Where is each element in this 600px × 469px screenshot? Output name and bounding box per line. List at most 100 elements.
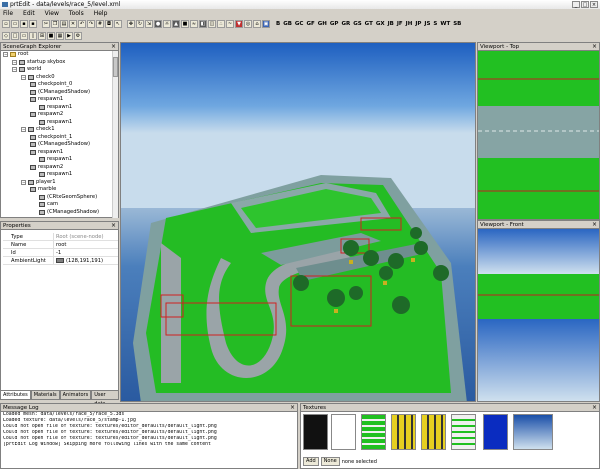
scale-icon[interactable]: ⇲: [145, 20, 153, 28]
redo-icon[interactable]: ↷: [87, 20, 95, 28]
tree-node[interactable]: (CManagedShadow): [30, 141, 90, 148]
tree-node[interactable]: (CRtxGeomSphere): [39, 194, 97, 201]
close-icon[interactable]: ×: [592, 404, 597, 412]
tool-tag[interactable]: WT: [439, 20, 451, 29]
play-icon[interactable]: ▶: [65, 31, 73, 40]
menu-file[interactable]: File: [3, 9, 13, 18]
none-button[interactable]: None: [320, 457, 340, 466]
minimize-button[interactable]: _: [572, 1, 580, 8]
property-row[interactable]: Type Root (scene-node): [3, 233, 118, 241]
delete-icon[interactable]: ✕: [69, 20, 77, 28]
tool-tag[interactable]: SB: [452, 20, 462, 29]
close-icon[interactable]: ×: [592, 43, 597, 51]
property-value[interactable]: Root (scene-node): [53, 233, 118, 240]
color-swatch[interactable]: [56, 258, 64, 263]
scrollbar-thumb[interactable]: [113, 57, 118, 77]
tool-tag[interactable]: GR: [340, 20, 351, 29]
viewport-top[interactable]: [478, 51, 599, 219]
tree-node[interactable]: respawn1: [39, 119, 72, 126]
expand-icon[interactable]: −: [12, 59, 17, 65]
sphere-icon[interactable]: ●: [154, 20, 162, 28]
copy-icon[interactable]: ❐: [51, 20, 59, 28]
cube-icon[interactable]: ■: [181, 20, 189, 28]
tab-attributes[interactable]: Attributes: [0, 390, 31, 400]
close-icon[interactable]: ×: [111, 222, 116, 230]
property-row[interactable]: Id -1: [3, 249, 118, 257]
texture-thumbnail[interactable]: [391, 414, 416, 450]
tree-node[interactable]: checkpoint_0: [30, 81, 72, 88]
add-texture-button[interactable]: Add: [303, 457, 319, 466]
wireframe-icon[interactable]: ⊞: [38, 31, 46, 40]
texture-thumbnail[interactable]: [361, 414, 386, 450]
cut-icon[interactable]: ✂: [42, 20, 50, 28]
tree-node[interactable]: respawn1: [39, 171, 72, 178]
tool-tag[interactable]: JH: [405, 20, 414, 29]
menu-tools[interactable]: Tools: [69, 9, 84, 18]
property-value[interactable]: root: [53, 241, 118, 248]
paste-icon[interactable]: ▤: [60, 20, 68, 28]
particle-icon[interactable]: ∴: [217, 20, 225, 28]
camera-icon[interactable]: ◘: [105, 20, 113, 28]
view-side-icon[interactable]: ▯: [29, 31, 37, 40]
tree-node[interactable]: respawn2: [30, 111, 63, 118]
tree-node[interactable]: marble: [30, 186, 56, 193]
move-icon[interactable]: ✥: [127, 20, 135, 28]
tree-node[interactable]: − startup skybox: [12, 59, 65, 66]
tree-node[interactable]: − check1: [21, 126, 55, 133]
close-icon[interactable]: ×: [290, 404, 295, 412]
view-top-icon[interactable]: □: [11, 31, 19, 40]
property-row[interactable]: AmbientLight (128,191,191): [3, 257, 118, 265]
solid-icon[interactable]: ■: [47, 31, 55, 40]
skybox-icon[interactable]: ◧: [199, 20, 207, 28]
billboard-icon[interactable]: ◫: [208, 20, 216, 28]
tree-node[interactable]: cam: [39, 201, 58, 208]
expand-icon[interactable]: −: [12, 67, 17, 72]
tool-tag[interactable]: JB: [387, 20, 395, 29]
tree-node[interactable]: (CManagedShadow): [30, 89, 90, 96]
tree-node[interactable]: − player1: [21, 179, 56, 186]
expand-icon[interactable]: −: [21, 179, 26, 185]
terrain-icon[interactable]: ≈: [190, 20, 198, 28]
texture-thumbnail[interactable]: [421, 414, 446, 450]
tree-node[interactable]: − root: [3, 51, 28, 58]
lock-icon[interactable]: ⌂: [253, 20, 261, 28]
new-file-icon[interactable]: ▫: [2, 20, 10, 28]
tool-tag[interactable]: GF: [305, 20, 315, 29]
maximize-button[interactable]: □: [581, 1, 589, 8]
tool-tag[interactable]: GH: [317, 20, 328, 29]
menu-edit[interactable]: Edit: [23, 9, 35, 18]
menu-help[interactable]: Help: [94, 9, 108, 18]
viewport-perspective[interactable]: [120, 42, 476, 402]
camera-node-icon[interactable]: ◎: [244, 20, 252, 28]
property-value[interactable]: -1: [53, 249, 118, 256]
water-icon[interactable]: ~: [226, 20, 234, 28]
select-icon[interactable]: ↖: [114, 20, 122, 28]
scrollbar[interactable]: [112, 51, 118, 218]
view-front-icon[interactable]: ▭: [20, 31, 28, 40]
tool-tag[interactable]: S: [432, 20, 438, 29]
tool-tag[interactable]: GX: [375, 20, 386, 29]
expand-icon[interactable]: −: [3, 52, 8, 57]
tree-node[interactable]: (CManagedShadow): [39, 209, 99, 216]
tool-tag[interactable]: JS: [423, 20, 431, 29]
tool-tag[interactable]: JP: [414, 20, 422, 29]
property-value-color[interactable]: (128,191,191): [53, 257, 118, 264]
property-row[interactable]: Name root: [3, 241, 118, 249]
open-file-icon[interactable]: ▭: [11, 20, 19, 28]
tool-tag[interactable]: B: [275, 20, 281, 29]
rotate-icon[interactable]: ↻: [136, 20, 144, 28]
physics-icon[interactable]: ▣: [262, 20, 270, 28]
tree-node[interactable]: respawn2: [30, 164, 63, 171]
tab-user-data[interactable]: User data: [91, 390, 119, 407]
tool-tag[interactable]: JF: [396, 20, 404, 29]
texture-thumbnail[interactable]: [451, 414, 476, 450]
tool-tag[interactable]: GT: [364, 20, 374, 29]
menu-view[interactable]: View: [45, 9, 59, 18]
expand-icon[interactable]: −: [21, 74, 26, 80]
tab-materials[interactable]: Materials: [30, 390, 60, 400]
tree-node[interactable]: − check0: [21, 74, 55, 81]
close-icon[interactable]: ×: [111, 43, 116, 51]
layout-icon[interactable]: ▦: [56, 31, 64, 40]
tree-node[interactable]: respawn1: [39, 156, 72, 163]
tab-animators[interactable]: Animators: [59, 390, 92, 400]
